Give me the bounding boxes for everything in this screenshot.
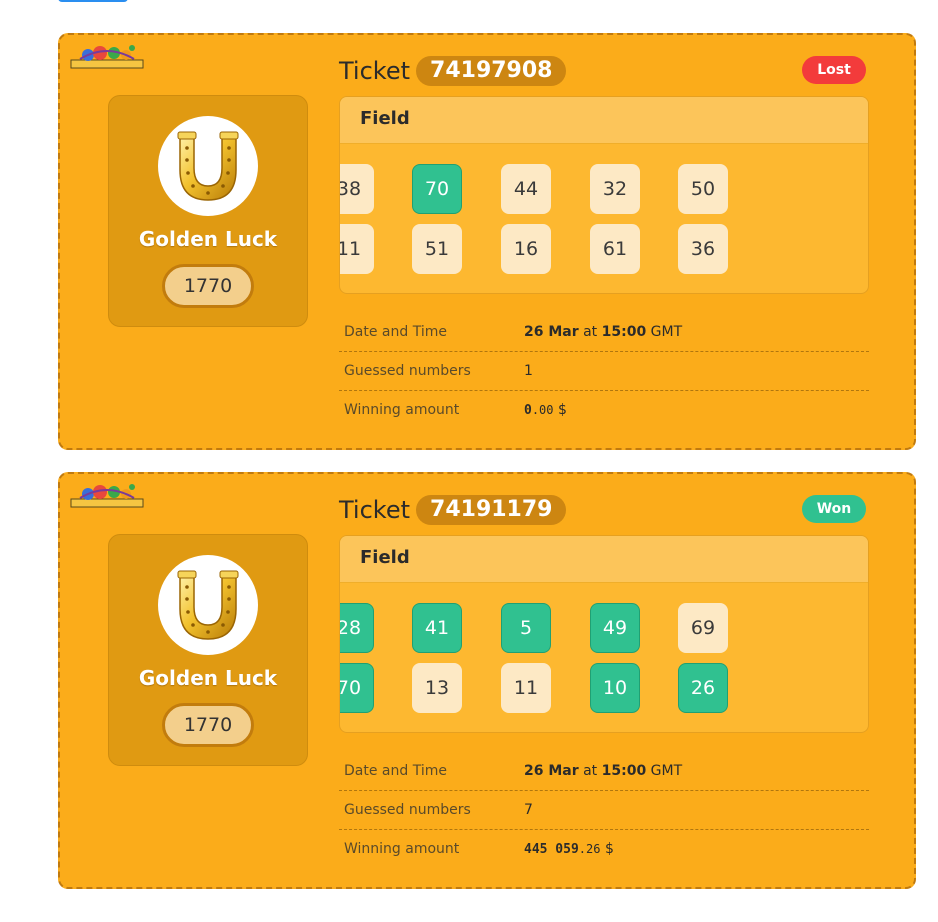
info-row-guessed: Guessed numbers 7 [339,791,869,830]
date-value: 26 Mar at 15:00 GMT [524,763,683,779]
field-number-matched: 41 [412,603,462,653]
field-number: 44 [501,164,551,214]
brand-logo [70,41,144,71]
game-name: Golden Luck [138,227,278,251]
field-number: 38 [340,164,374,214]
guessed-label: Guessed numbers [344,363,471,379]
field-number-matched: 70 [340,663,374,713]
guessed-value: 7 [524,802,533,818]
game-number-badge: 1770 [162,703,254,747]
field-number: 13 [412,663,462,713]
field-number-matched: 5 [501,603,551,653]
info-row-amount: Winning amount 0.00 $ [339,391,869,429]
field-number: 51 [412,224,462,274]
field-panel: Field 28 41 5 49 69 70 13 11 10 26 [339,535,869,733]
top-button[interactable] [58,0,128,2]
ticket-id-badge: 74197908 [416,56,567,86]
guessed-label: Guessed numbers [344,802,471,818]
info-row-amount: Winning amount 445 059.26 $ [339,830,869,868]
date-label: Date and Time [344,324,447,340]
guessed-value: 1 [524,363,533,379]
ticket-label: Ticket [339,57,411,85]
info-row-date: Date and Time 26 Mar at 15:00 GMT [339,752,869,791]
ticket-label: Ticket [339,496,411,524]
field-number: 61 [590,224,640,274]
field-header: Field [340,97,868,144]
amount-value: 445 059.26 $ [524,841,614,857]
amount-value: 0.00 $ [524,402,567,418]
horseshoe-icon [158,116,258,216]
field-number-matched: 28 [340,603,374,653]
field-number-matched: 49 [590,603,640,653]
game-card[interactable]: Golden Luck 1770 [108,95,308,327]
info-row-date: Date and Time 26 Mar at 15:00 GMT [339,313,869,352]
amount-label: Winning amount [344,841,460,857]
game-card[interactable]: Golden Luck 1770 [108,534,308,766]
field-number-matched: 10 [590,663,640,713]
ticket-title: Ticket 74197908 [339,55,567,87]
field-number-matched: 70 [412,164,462,214]
field-number: 11 [501,663,551,713]
date-value: 26 Mar at 15:00 GMT [524,324,683,340]
field-number-matched: 26 [678,663,728,713]
field-panel: Field 38 70 44 32 50 11 51 16 61 36 [339,96,869,294]
info-row-guessed: Guessed numbers 1 [339,352,869,391]
field-header: Field [340,536,868,583]
field-number: 32 [590,164,640,214]
ticket-card: Golden Luck 1770 Ticket 74197908 Lost Fi… [58,33,916,450]
status-badge: Lost [802,56,866,84]
amount-label: Winning amount [344,402,460,418]
ticket-title: Ticket 74191179 [339,494,567,526]
field-number: 50 [678,164,728,214]
field-number: 36 [678,224,728,274]
field-number: 11 [340,224,374,274]
date-label: Date and Time [344,763,447,779]
status-badge: Won [802,495,866,523]
brand-logo [70,480,144,510]
field-number: 16 [501,224,551,274]
ticket-card: Golden Luck 1770 Ticket 74191179 Won Fie… [58,472,916,889]
ticket-id-badge: 74191179 [416,495,567,525]
horseshoe-icon [158,555,258,655]
game-name: Golden Luck [138,666,278,690]
game-number-badge: 1770 [162,264,254,308]
field-number: 69 [678,603,728,653]
